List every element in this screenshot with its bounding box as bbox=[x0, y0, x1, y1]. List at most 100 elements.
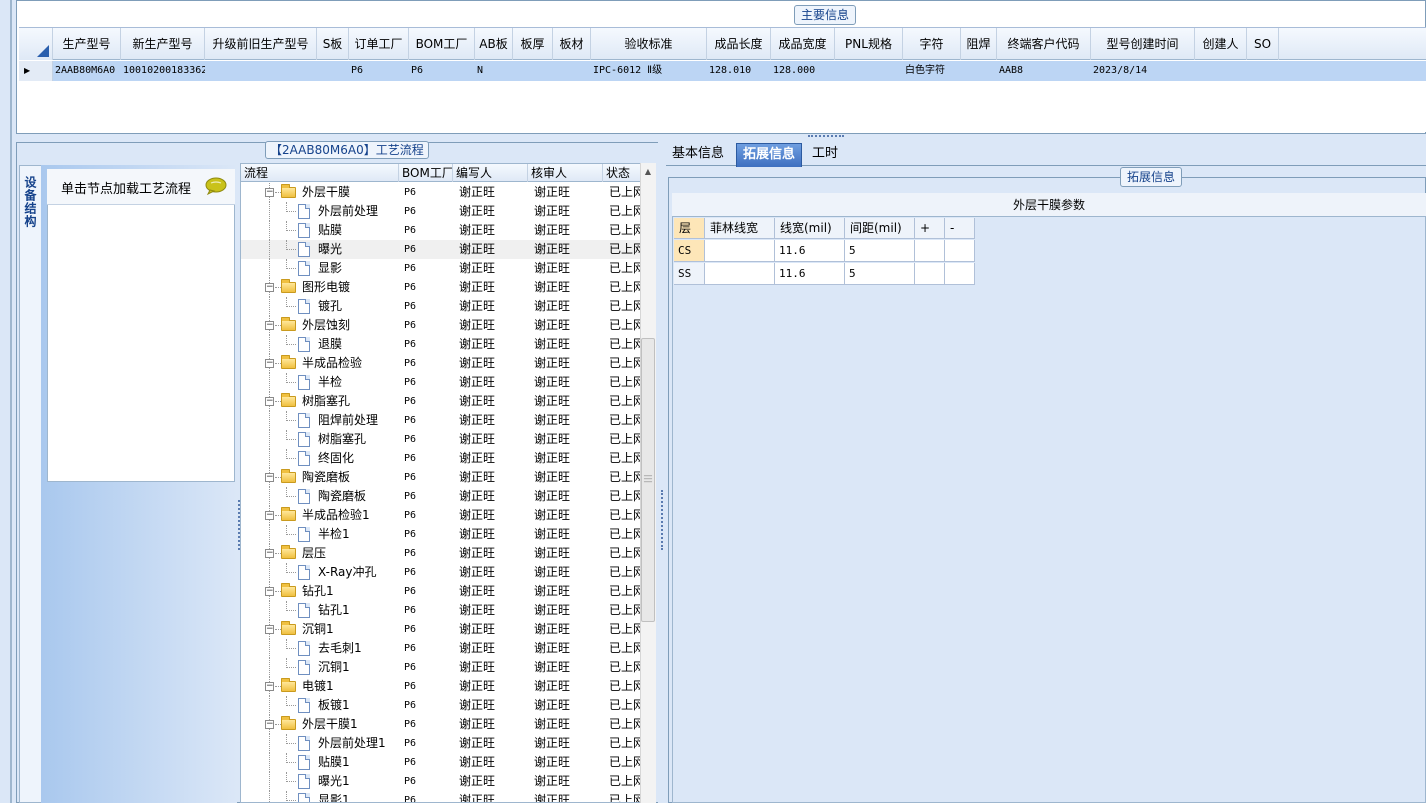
column-header-0[interactable]: 生产型号 bbox=[53, 28, 121, 60]
collapse-toggle-icon[interactable]: − bbox=[265, 359, 274, 368]
collapse-toggle-icon[interactable]: − bbox=[265, 682, 274, 691]
cell-4[interactable]: P6 bbox=[349, 61, 409, 81]
vertical-splitter[interactable] bbox=[658, 142, 666, 803]
column-header-8[interactable]: 板材 bbox=[553, 28, 591, 60]
scroll-up-arrow-icon[interactable]: ▲ bbox=[640, 163, 656, 181]
horizontal-splitter[interactable] bbox=[16, 134, 1426, 142]
cell-18[interactable] bbox=[1247, 61, 1279, 81]
column-header-4[interactable]: 订单工厂 bbox=[349, 28, 409, 60]
collapse-toggle-icon[interactable]: − bbox=[265, 511, 274, 520]
params-cell-action[interactable] bbox=[945, 240, 975, 262]
tree-leaf-node[interactable]: 半检 P6 谢正旺 谢正旺 已上网 bbox=[241, 373, 641, 392]
tree-group-node[interactable]: − 半成品检验 P6 谢正旺 谢正旺 已上网 bbox=[241, 354, 641, 373]
tree-column-1[interactable]: BOM工厂 bbox=[399, 164, 453, 182]
cell-12[interactable] bbox=[835, 61, 903, 81]
tree-leaf-node[interactable]: 退膜 P6 谢正旺 谢正旺 已上网 bbox=[241, 335, 641, 354]
column-header-3[interactable]: S板 bbox=[317, 28, 349, 60]
cell-16[interactable]: 2023/8/14 bbox=[1091, 61, 1195, 81]
column-header-16[interactable]: 型号创建时间 bbox=[1091, 28, 1195, 60]
collapse-toggle-icon[interactable]: − bbox=[265, 587, 274, 596]
tree-leaf-node[interactable]: 沉铜1 P6 谢正旺 谢正旺 已上网 bbox=[241, 658, 641, 677]
cell-2[interactable] bbox=[205, 61, 317, 81]
tree-group-node[interactable]: − 外层干膜1 P6 谢正旺 谢正旺 已上网 bbox=[241, 715, 641, 734]
params-cell-layer[interactable]: CS bbox=[674, 240, 705, 262]
tree-leaf-node[interactable]: 半检1 P6 谢正旺 谢正旺 已上网 bbox=[241, 525, 641, 544]
tree-leaf-node[interactable]: 曝光1 P6 谢正旺 谢正旺 已上网 bbox=[241, 772, 641, 791]
tree-group-node[interactable]: − 外层蚀刻 P6 谢正旺 谢正旺 已上网 bbox=[241, 316, 641, 335]
tree-leaf-node[interactable]: 去毛刺1 P6 谢正旺 谢正旺 已上网 bbox=[241, 639, 641, 658]
tree-leaf-node[interactable]: 外层前处理 P6 谢正旺 谢正旺 已上网 bbox=[241, 202, 641, 221]
column-header-5[interactable]: BOM工厂 bbox=[409, 28, 475, 60]
splitter-grip-icon[interactable] bbox=[808, 135, 844, 139]
collapse-toggle-icon[interactable]: − bbox=[265, 625, 274, 634]
tree-group-node[interactable]: − 图形电镀 P6 谢正旺 谢正旺 已上网 bbox=[241, 278, 641, 297]
tree-leaf-node[interactable]: 终固化 P6 谢正旺 谢正旺 已上网 bbox=[241, 449, 641, 468]
column-header-7[interactable]: 板厚 bbox=[513, 28, 553, 60]
cell-8[interactable] bbox=[553, 61, 591, 81]
cell-17[interactable] bbox=[1195, 61, 1247, 81]
collapse-toggle-icon[interactable]: − bbox=[265, 720, 274, 729]
column-header-6[interactable]: AB板 bbox=[475, 28, 513, 60]
vertical-splitter-grip-icon[interactable] bbox=[661, 490, 663, 550]
cell-6[interactable]: N bbox=[475, 61, 513, 81]
tab-basic-info[interactable]: 基本信息 bbox=[666, 143, 730, 167]
tree-group-node[interactable]: − 层压 P6 谢正旺 谢正旺 已上网 bbox=[241, 544, 641, 563]
row-selector-arrow-icon[interactable]: ▶ bbox=[19, 61, 53, 81]
column-header-15[interactable]: 终端客户代码 bbox=[997, 28, 1091, 60]
params-cell-layer[interactable]: SS bbox=[674, 263, 705, 285]
tree-leaf-node[interactable]: 显影 P6 谢正旺 谢正旺 已上网 bbox=[241, 259, 641, 278]
tree-group-node[interactable]: − 沉铜1 P6 谢正旺 谢正旺 已上网 bbox=[241, 620, 641, 639]
tree-group-node[interactable]: − 钻孔1 P6 谢正旺 谢正旺 已上网 bbox=[241, 582, 641, 601]
cell-14[interactable] bbox=[961, 61, 997, 81]
tree-leaf-node[interactable]: 树脂塞孔 P6 谢正旺 谢正旺 已上网 bbox=[241, 430, 641, 449]
cell-11[interactable]: 128.000 bbox=[771, 61, 835, 81]
collapse-toggle-icon[interactable]: − bbox=[265, 397, 274, 406]
main-info-grid[interactable]: 生产型号 新生产型号 升级前旧生产型号 S板 订单工厂 BOM工厂 AB板 板厚 板材 验收标准成… bbox=[19, 27, 1426, 132]
main-grid-row[interactable]: ▶ 2AAB80M6A0 10010200183362 P6 P6 N IPC-6012 … bbox=[19, 61, 1426, 81]
side-tab-equipment[interactable] bbox=[19, 165, 41, 803]
column-header-10[interactable]: 成品长度 bbox=[707, 28, 771, 60]
collapse-toggle-icon[interactable]: − bbox=[265, 549, 274, 558]
node-panel[interactable] bbox=[47, 169, 235, 482]
tree-leaf-node[interactable]: 板镀1 P6 谢正旺 谢正旺 已上网 bbox=[241, 696, 641, 715]
cell-10[interactable]: 128.010 bbox=[707, 61, 771, 81]
process-tree[interactable]: 流程BOM工厂编写人核审人状态 −外层干膜P6谢正旺谢正旺已上网外层前处理P6谢… bbox=[240, 163, 656, 803]
column-header-17[interactable]: 创建人 bbox=[1195, 28, 1247, 60]
params-cell-width[interactable]: 11.6 bbox=[775, 240, 845, 262]
cell-15[interactable]: AAB8 bbox=[997, 61, 1091, 81]
cell-5[interactable]: P6 bbox=[409, 61, 475, 81]
params-cell-action[interactable] bbox=[915, 240, 945, 262]
cell-3[interactable] bbox=[317, 61, 349, 81]
tab-extended-info[interactable]: 拓展信息 bbox=[736, 143, 803, 167]
tree-group-node[interactable]: − 电镀1 P6 谢正旺 谢正旺 已上网 bbox=[241, 677, 641, 696]
params-cell-action[interactable] bbox=[945, 263, 975, 285]
column-header-1[interactable]: 新生产型号 bbox=[121, 28, 205, 60]
tree-leaf-node[interactable]: 显影1 P6 谢正旺 谢正旺 已上网 bbox=[241, 791, 641, 802]
column-header-9[interactable]: 验收标准 bbox=[591, 28, 707, 60]
column-header-11[interactable]: 成品宽度 bbox=[771, 28, 835, 60]
cell-7[interactable] bbox=[513, 61, 553, 81]
column-header-2[interactable]: 升级前旧生产型号 bbox=[205, 28, 317, 60]
collapse-toggle-icon[interactable]: − bbox=[265, 321, 274, 330]
cell-13[interactable]: 白色字符 bbox=[903, 61, 961, 81]
column-header-14[interactable]: 阻焊 bbox=[961, 28, 997, 60]
tree-leaf-node[interactable]: 钻孔1 P6 谢正旺 谢正旺 已上网 bbox=[241, 601, 641, 620]
tree-group-node[interactable]: − 陶瓷磨板 P6 谢正旺 谢正旺 已上网 bbox=[241, 468, 641, 487]
params-column-4[interactable]: + bbox=[915, 218, 945, 239]
tab-work-hours[interactable]: 工时 bbox=[806, 143, 844, 167]
tree-group-node[interactable]: − 树脂塞孔 P6 谢正旺 谢正旺 已上网 bbox=[241, 392, 641, 411]
tree-leaf-node[interactable]: 贴膜1 P6 谢正旺 谢正旺 已上网 bbox=[241, 753, 641, 772]
params-cell-action[interactable] bbox=[915, 263, 945, 285]
process-tree-body[interactable]: −外层干膜P6谢正旺谢正旺已上网外层前处理P6谢正旺谢正旺已上网贴膜P6谢正旺谢… bbox=[241, 183, 641, 802]
column-header-18[interactable]: SO bbox=[1247, 28, 1279, 60]
column-header-12[interactable]: PNL规格 bbox=[835, 28, 903, 60]
tree-column-0[interactable]: 流程 bbox=[241, 164, 399, 182]
cell-0[interactable]: 2AAB80M6A0 bbox=[53, 61, 121, 81]
tree-leaf-node[interactable]: 阻焊前处理 P6 谢正旺 谢正旺 已上网 bbox=[241, 411, 641, 430]
params-cell-spacing[interactable]: 5 bbox=[845, 240, 915, 262]
params-column-5[interactable]: - bbox=[945, 218, 975, 239]
params-cell-film_width[interactable] bbox=[705, 263, 775, 285]
collapse-toggle-icon[interactable]: − bbox=[265, 188, 274, 197]
tree-group-node[interactable]: − 半成品检验1 P6 谢正旺 谢正旺 已上网 bbox=[241, 506, 641, 525]
tree-column-2[interactable]: 编写人 bbox=[453, 164, 528, 182]
